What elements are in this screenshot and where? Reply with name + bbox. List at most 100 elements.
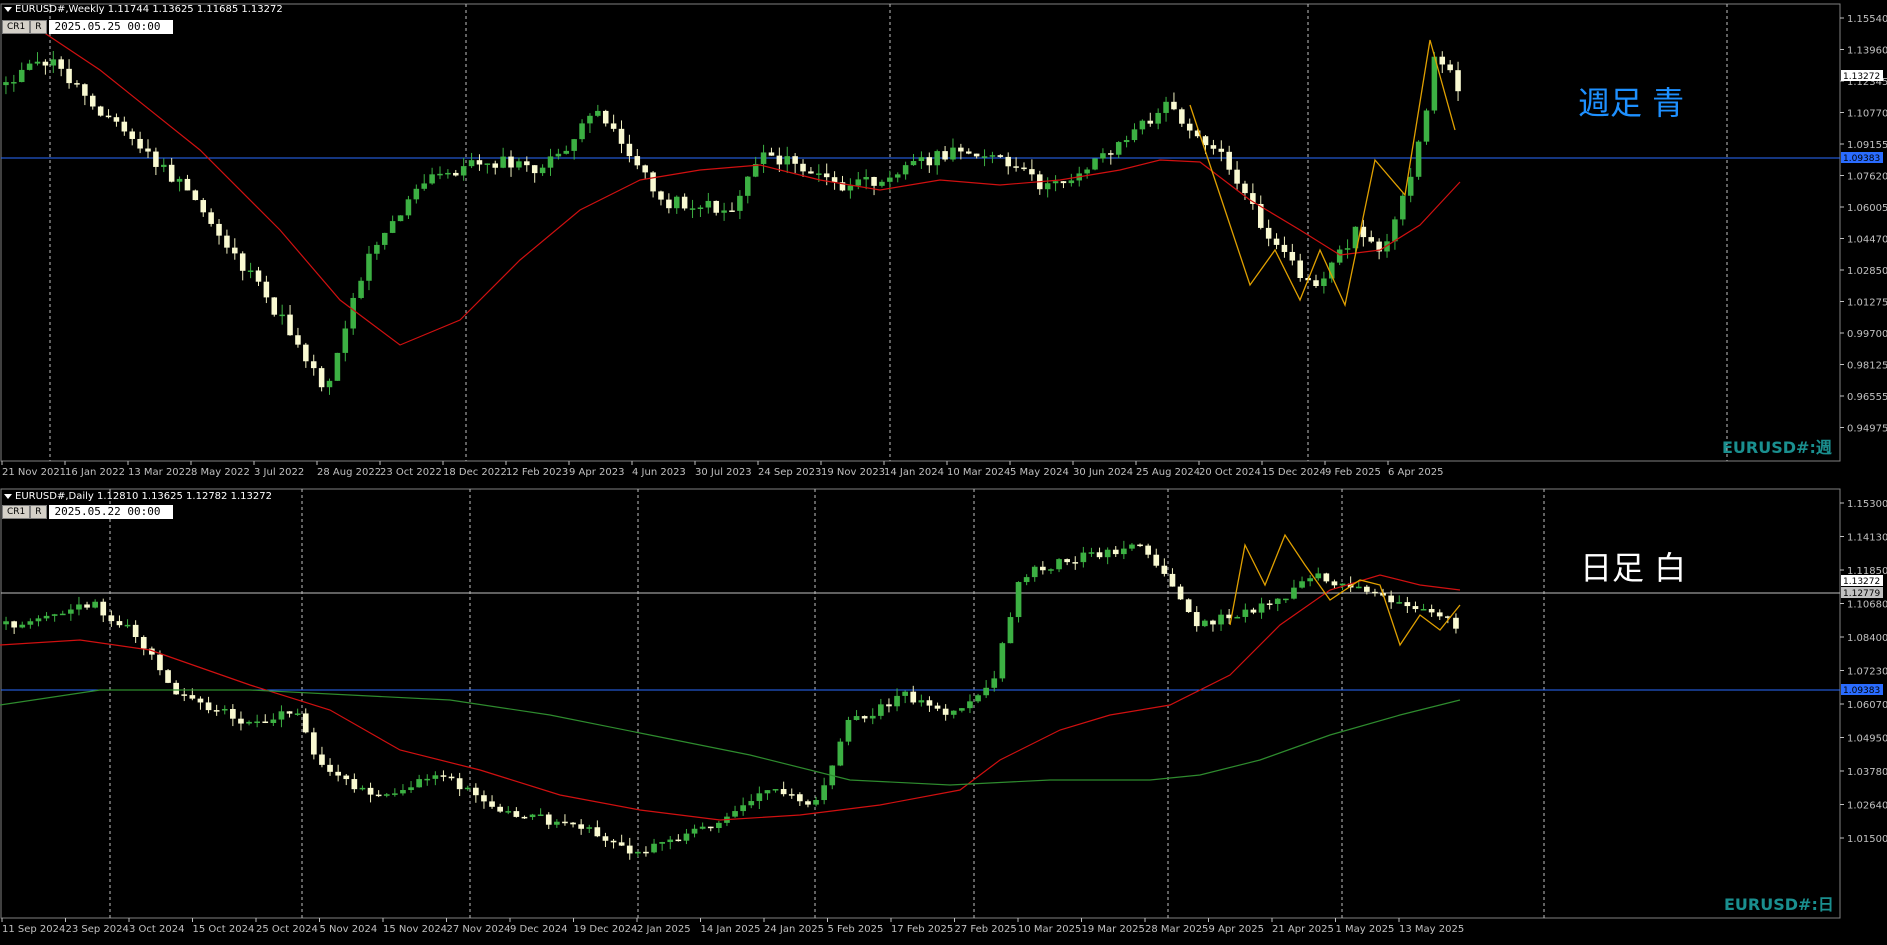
candle-body bbox=[497, 806, 503, 812]
date-axis-label: 13 Mar 2022 bbox=[128, 467, 191, 478]
daily-chart-pane[interactable]: 1.15300 1.14130 1.11850 1.10680 1.08400 1.072… bbox=[0, 485, 1887, 945]
candle-body bbox=[776, 155, 783, 165]
candle-body bbox=[1092, 158, 1098, 170]
date-axis-label: 5 Feb 2025 bbox=[828, 924, 884, 935]
candle-body bbox=[1388, 595, 1394, 603]
candle-body bbox=[673, 196, 680, 209]
candle-body bbox=[837, 741, 844, 766]
candle-body bbox=[863, 176, 869, 180]
date-axis-label: 15 Nov 2024 bbox=[383, 924, 447, 935]
candle-body bbox=[1372, 591, 1378, 594]
candle-body bbox=[124, 624, 131, 627]
candle-body bbox=[192, 190, 199, 201]
date-axis-label: 8 May 2022 bbox=[191, 467, 250, 478]
candle-body bbox=[113, 117, 120, 122]
candle-body bbox=[295, 335, 301, 345]
candle-body bbox=[350, 297, 356, 329]
date-axis-label: 23 Oct 2022 bbox=[380, 467, 442, 478]
date-axis-label: 3 Jul 2022 bbox=[254, 467, 304, 478]
candle-body bbox=[421, 183, 427, 189]
candle-body bbox=[691, 828, 698, 834]
candle-body bbox=[279, 314, 285, 317]
daily-cr-button[interactable]: CR1 bbox=[2, 505, 31, 519]
collapse-triangle-icon[interactable] bbox=[4, 493, 12, 499]
candle-body bbox=[1096, 552, 1103, 558]
candle-body bbox=[1029, 169, 1035, 175]
date-axis-label: 9 Apr 2023 bbox=[569, 467, 624, 478]
plot-frame bbox=[0, 3, 1841, 462]
candle-body bbox=[1177, 586, 1184, 600]
date-axis-label: 16 Jan 2022 bbox=[65, 467, 125, 478]
candle-body bbox=[43, 615, 50, 619]
weekly-chart-header: EURUSD#,Weekly 1.11744 1.13625 1.11685 1… bbox=[4, 4, 283, 15]
weekly-chart-pane[interactable]: 1.15540 1.13960 1.12345 1.10770 1.09155 1.076… bbox=[0, 0, 1887, 485]
candle-body bbox=[121, 121, 128, 132]
candle-body bbox=[967, 701, 973, 709]
candle-body bbox=[934, 705, 941, 709]
candle-body bbox=[894, 174, 901, 178]
candle-body bbox=[58, 59, 64, 69]
candle-body bbox=[1005, 156, 1011, 167]
candle-body bbox=[1218, 614, 1224, 625]
candle-body bbox=[375, 794, 382, 797]
candle-body bbox=[634, 156, 641, 166]
candle-body bbox=[1455, 70, 1461, 92]
candle-body bbox=[666, 199, 672, 209]
candle-body bbox=[918, 700, 925, 703]
candle-body bbox=[303, 344, 309, 362]
date-axis-label: 13 May 2025 bbox=[1399, 924, 1464, 935]
candle-body bbox=[902, 165, 909, 175]
candle-body bbox=[697, 207, 704, 209]
candle-body bbox=[1407, 176, 1414, 196]
candle-body bbox=[547, 156, 554, 168]
candle-body bbox=[26, 63, 33, 70]
candle-body bbox=[221, 708, 228, 711]
candle-body bbox=[934, 151, 940, 166]
candle-body bbox=[878, 704, 884, 716]
candle-body bbox=[100, 601, 107, 616]
candle-body bbox=[413, 188, 420, 200]
candle-body bbox=[374, 244, 380, 254]
candle-body bbox=[760, 152, 767, 164]
candle-body bbox=[326, 380, 333, 388]
candle-body bbox=[513, 811, 520, 817]
candle-body bbox=[238, 718, 244, 724]
candle-body bbox=[335, 771, 341, 776]
candle-body bbox=[942, 151, 948, 160]
weekly-cr-button[interactable]: CR1 bbox=[2, 20, 31, 34]
candle-body bbox=[768, 152, 775, 156]
candle-body bbox=[1266, 603, 1273, 605]
candle-body bbox=[626, 143, 633, 157]
candle-body bbox=[132, 624, 139, 638]
candle-body bbox=[263, 281, 270, 298]
candle-body bbox=[667, 839, 674, 843]
candle-body bbox=[271, 297, 278, 315]
candle-body bbox=[173, 682, 179, 695]
candle-body bbox=[1210, 620, 1216, 625]
price-axis-label: 1.10770 bbox=[1847, 109, 1887, 120]
collapse-triangle-icon[interactable] bbox=[4, 6, 12, 12]
candle-body bbox=[997, 155, 1004, 157]
candle-body bbox=[59, 613, 66, 616]
candle-body bbox=[105, 115, 112, 118]
daily-r-button[interactable]: R bbox=[30, 505, 47, 519]
date-axis-label: 4 Jun 2023 bbox=[632, 467, 686, 478]
weekly-chart-canvas[interactable]: 1.155401.139601.123451.107701.091551.076… bbox=[0, 0, 1887, 485]
candle-body bbox=[1147, 120, 1154, 124]
daily-datetime-field[interactable]: 2025.05.22 00:00 bbox=[48, 505, 173, 519]
date-axis-label: 2 Jan 2025 bbox=[637, 924, 691, 935]
daily-watermark: EURUSD#:日 bbox=[1724, 895, 1834, 914]
candle-body bbox=[489, 801, 495, 807]
weekly-datetime-field[interactable]: 2025.05.25 00:00 bbox=[48, 20, 173, 34]
date-axis-label: 20 Oct 2024 bbox=[1199, 467, 1261, 478]
date-axis-label: 10 Mar 2024 bbox=[947, 467, 1010, 478]
candle-body bbox=[651, 843, 657, 853]
candle-body bbox=[92, 601, 98, 608]
candle-body bbox=[1040, 566, 1046, 571]
candle-body bbox=[1171, 101, 1177, 110]
weekly-r-button[interactable]: R bbox=[30, 20, 47, 34]
candle-body bbox=[587, 115, 593, 124]
candle-body bbox=[230, 708, 236, 719]
candle-body bbox=[1153, 554, 1160, 566]
candle-body bbox=[1052, 181, 1059, 184]
